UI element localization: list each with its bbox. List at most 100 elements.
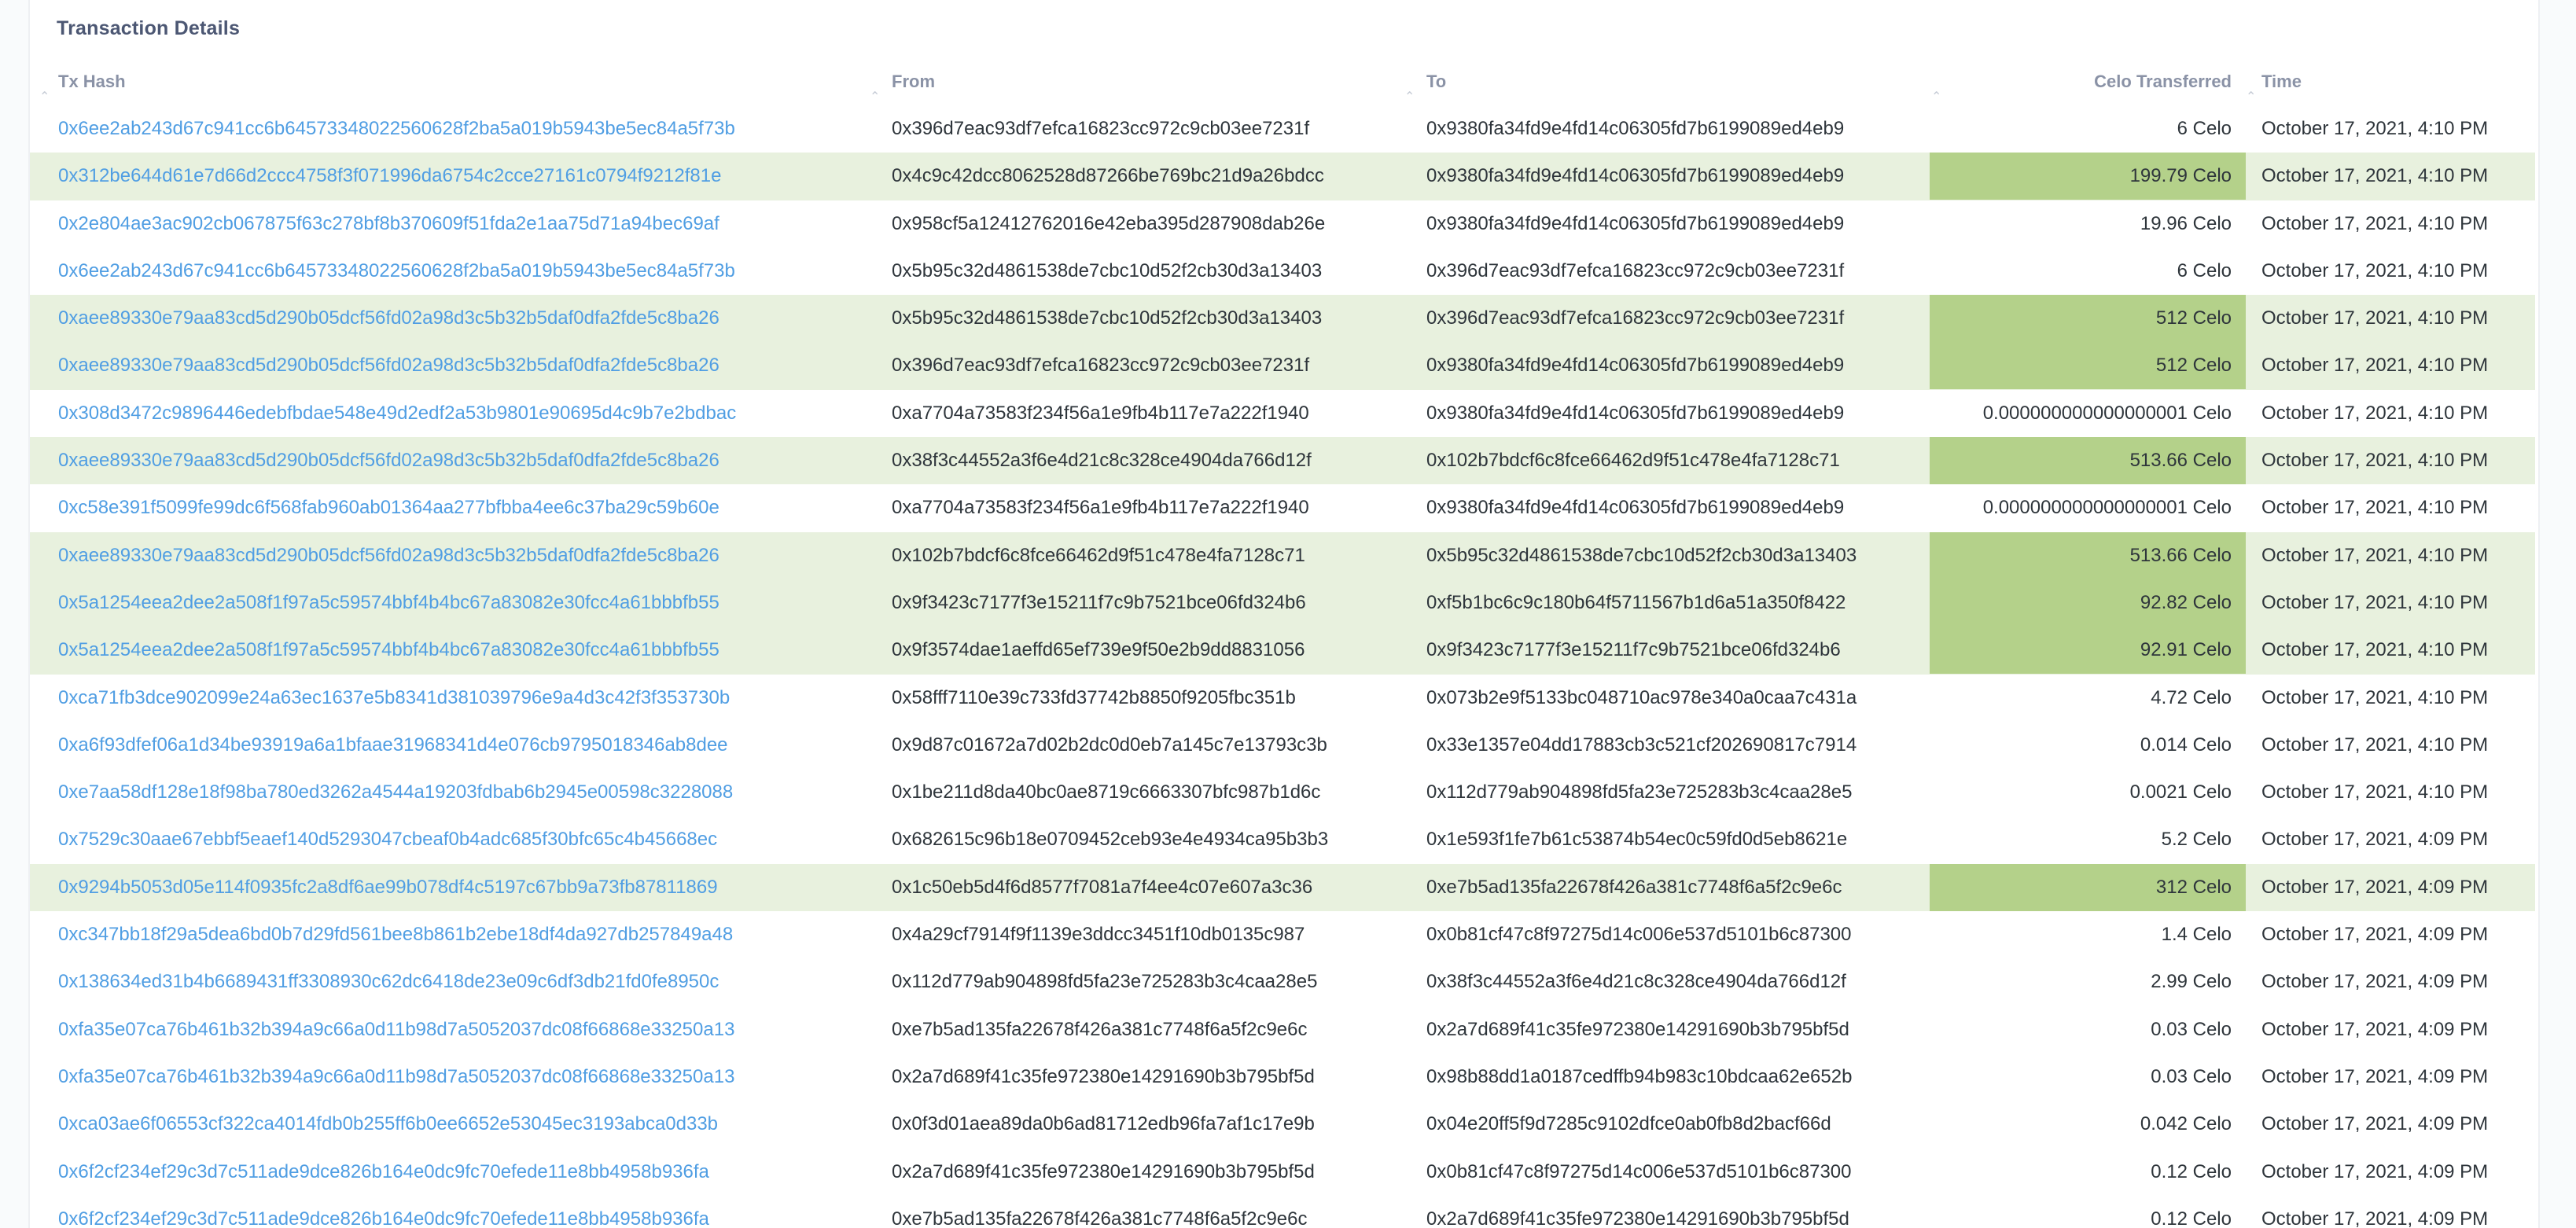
tx-hash-link[interactable]: 0x308d3472c9896446edebfbdae548e49d2edf2a… <box>30 390 876 437</box>
celo-transferred-value: 4.72 Celo <box>2151 686 2232 708</box>
celo-transferred-value: 199.79 Celo <box>1930 153 2246 200</box>
time-value: October 17, 2021, 4:10 PM <box>2261 118 2489 139</box>
tx-hash-link[interactable]: 0xaee89330e79aa83cd5d290b05dcf56fd02a98d… <box>30 532 876 579</box>
to-address: 0x396d7eac93df7efca16823cc972c9cb03ee723… <box>1426 259 1845 281</box>
table-row[interactable]: 0x6ee2ab243d67c941cc6b64573348022560628f… <box>30 105 2535 153</box>
column-header-from[interactable]: ⌃ From <box>870 58 1411 105</box>
column-header-label: Tx Hash <box>58 72 126 91</box>
table-row[interactable]: 0x5a1254eea2dee2a508f1f97a5c59574bbf4b4b… <box>30 579 2535 627</box>
tx-hash-link[interactable]: 0x6f2cf234ef29c3d7c511ade9dce826b164e0dc… <box>30 1149 876 1196</box>
tx-hash-link[interactable]: 0x6ee2ab243d67c941cc6b64573348022560628f… <box>30 105 876 153</box>
table-row[interactable]: 0x2e804ae3ac902cb067875f63c278bf8b370609… <box>30 200 2535 248</box>
time-value: October 17, 2021, 4:09 PM <box>2261 876 2489 898</box>
from-address: 0x0f3d01aea89da0b6ad81712edb96fa7af1c17e… <box>892 1113 1315 1135</box>
table-row[interactable]: 0x7529c30aae67ebbf5eaef140d5293047cbeaf0… <box>30 816 2535 863</box>
column-header-celo-transferred[interactable]: ⌃ Celo Transferred <box>1930 58 2246 105</box>
time-value: October 17, 2021, 4:09 PM <box>2261 1113 2489 1135</box>
time-value: October 17, 2021, 4:09 PM <box>2261 1065 2489 1087</box>
time-value: October 17, 2021, 4:10 PM <box>2261 591 2489 613</box>
table-row[interactable]: 0x5a1254eea2dee2a508f1f97a5c59574bbf4b4b… <box>30 627 2535 675</box>
table-row[interactable]: 0xaee89330e79aa83cd5d290b05dcf56fd02a98d… <box>30 437 2535 485</box>
to-address: 0x0b81cf47c8f97275d14c006e537d5101b6c873… <box>1426 924 1852 946</box>
table-row[interactable]: 0xca03ae6f06553cf322ca4014fdb0b255ff6b0e… <box>30 1101 2535 1148</box>
table-row[interactable]: 0x312be644d61e7d66d2ccc4758f3f071996da67… <box>30 153 2535 200</box>
card-title: Transaction Details <box>57 17 241 39</box>
tx-hash-link[interactable]: 0x5a1254eea2dee2a508f1f97a5c59574bbf4b4b… <box>30 579 876 627</box>
table-row[interactable]: 0x6f2cf234ef29c3d7c511ade9dce826b164e0dc… <box>30 1149 2535 1196</box>
tx-hash-link[interactable]: 0x138634ed31b4b6689431ff3308930c62dc6418… <box>30 958 876 1006</box>
from-address: 0x9f3574dae1aeffd65ef739e9f50e2b9dd88310… <box>892 639 1305 661</box>
tx-hash-link[interactable]: 0xaee89330e79aa83cd5d290b05dcf56fd02a98d… <box>30 295 876 342</box>
tx-hash-link[interactable]: 0x5a1254eea2dee2a508f1f97a5c59574bbf4b4b… <box>30 627 876 674</box>
column-header-time[interactable]: ⌃ Time <box>2246 58 2535 105</box>
tx-hash-link[interactable]: 0x7529c30aae67ebbf5eaef140d5293047cbeaf0… <box>30 816 876 863</box>
tx-hash-link[interactable]: 0xca03ae6f06553cf322ca4014fdb0b255ff6b0e… <box>30 1101 876 1148</box>
tx-hash-link[interactable]: 0xca71fb3dce902099e24a63ec1637e5b8341d38… <box>30 675 876 722</box>
table-row[interactable]: 0x6f2cf234ef29c3d7c511ade9dce826b164e0dc… <box>30 1196 2535 1228</box>
celo-transferred-value: 513.66 Celo <box>1930 531 2246 579</box>
from-address: 0x2a7d689f41c35fe972380e14291690b3b795bf… <box>892 1065 1315 1087</box>
to-address: 0x38f3c44552a3f6e4d21c8c328ce4904da766d1… <box>1426 971 1846 993</box>
tx-hash-link[interactable]: 0xfa35e07ca76b461b32b394a9c66a0d11b98d7a… <box>30 1006 876 1053</box>
table-row[interactable]: 0x138634ed31b4b6689431ff3308930c62dc6418… <box>30 958 2535 1006</box>
tx-hash-link[interactable]: 0xa6f93dfef06a1d34be93919a6a1bfaae319683… <box>30 722 876 769</box>
tx-hash-link[interactable]: 0xaee89330e79aa83cd5d290b05dcf56fd02a98d… <box>30 437 876 484</box>
to-address: 0x5b95c32d4861538de7cbc10d52f2cb30d3a134… <box>1426 544 1857 566</box>
to-address: 0x2a7d689f41c35fe972380e14291690b3b795bf… <box>1426 1208 1849 1228</box>
celo-transferred-value: 0.0021 Celo <box>2129 781 2232 803</box>
to-address: 0x102b7bdcf6c8fce66462d9f51c478e4fa7128c… <box>1426 450 1840 472</box>
time-value: October 17, 2021, 4:10 PM <box>2261 733 2489 756</box>
table-row[interactable]: 0xaee89330e79aa83cd5d290b05dcf56fd02a98d… <box>30 342 2535 390</box>
table-row[interactable]: 0xfa35e07ca76b461b32b394a9c66a0d11b98d7a… <box>30 1053 2535 1101</box>
table-row[interactable]: 0xfa35e07ca76b461b32b394a9c66a0d11b98d7a… <box>30 1006 2535 1053</box>
table-row[interactable]: 0xc58e391f5099fe99dc6f568fab960ab01364aa… <box>30 484 2535 531</box>
tx-hash-link[interactable]: 0x312be644d61e7d66d2ccc4758f3f071996da67… <box>30 153 876 200</box>
from-address: 0x9d87c01672a7d02b2dc0d0eb7a145c7e13793c… <box>892 733 1327 756</box>
celo-transferred-value: 0.12 Celo <box>2151 1160 2232 1182</box>
tx-hash-link[interactable]: 0xe7aa58df128e18f98ba780ed3262a4544a1920… <box>30 769 876 816</box>
table-row[interactable]: 0xaee89330e79aa83cd5d290b05dcf56fd02a98d… <box>30 531 2535 579</box>
column-header-to[interactable]: ⌃ To <box>1404 58 1930 105</box>
column-header-label: Time <box>2261 72 2302 91</box>
celo-transferred-value: 6 Celo <box>2177 259 2232 281</box>
celo-transferred-value: 0.000000000000000001 Celo <box>1982 402 2232 424</box>
table-body: 0x6ee2ab243d67c941cc6b64573348022560628f… <box>30 105 2535 1228</box>
celo-transferred-value: 92.82 Celo <box>1930 579 2246 627</box>
time-value: October 17, 2021, 4:10 PM <box>2261 165 2489 187</box>
to-address: 0x9380fa34fd9e4fd14c06305fd7b6199089ed4e… <box>1426 355 1845 377</box>
from-address: 0xe7b5ad135fa22678f426a381c7748f6a5f2c9e… <box>892 1018 1308 1040</box>
tx-hash-link[interactable]: 0xaee89330e79aa83cd5d290b05dcf56fd02a98d… <box>30 342 876 389</box>
table-row[interactable]: 0xaee89330e79aa83cd5d290b05dcf56fd02a98d… <box>30 295 2535 343</box>
tx-hash-link[interactable]: 0x9294b5053d05e114f0935fc2a8df6ae99b078d… <box>30 864 876 911</box>
from-address: 0x396d7eac93df7efca16823cc972c9cb03ee723… <box>892 118 1310 139</box>
table-row[interactable]: 0xc347bb18f29a5dea6bd0b7d29fd561bee8b861… <box>30 911 2535 958</box>
celo-transferred-value: 0.000000000000000001 Celo <box>1982 497 2232 519</box>
table-row[interactable]: 0x6ee2ab243d67c941cc6b64573348022560628f… <box>30 248 2535 295</box>
table-row[interactable]: 0xa6f93dfef06a1d34be93919a6a1bfaae319683… <box>30 722 2535 769</box>
table-row[interactable]: 0x308d3472c9896446edebfbdae548e49d2edf2a… <box>30 390 2535 437</box>
from-address: 0x1be211d8da40bc0ae8719c6663307bfc987b1d… <box>892 781 1321 803</box>
celo-transferred-value: 512 Celo <box>1930 295 2246 343</box>
time-value: October 17, 2021, 4:10 PM <box>2261 259 2489 281</box>
tx-hash-link[interactable]: 0x2e804ae3ac902cb067875f63c278bf8b370609… <box>30 200 876 248</box>
celo-transferred-value: 0.03 Celo <box>2151 1018 2232 1040</box>
time-value: October 17, 2021, 4:09 PM <box>2261 1018 2489 1040</box>
from-address: 0x5b95c32d4861538de7cbc10d52f2cb30d3a134… <box>892 307 1323 329</box>
table-row[interactable]: 0xe7aa58df128e18f98ba780ed3262a4544a1920… <box>30 769 2535 816</box>
tx-hash-link[interactable]: 0x6f2cf234ef29c3d7c511ade9dce826b164e0dc… <box>30 1196 876 1228</box>
tx-hash-link[interactable]: 0xc347bb18f29a5dea6bd0b7d29fd561bee8b861… <box>30 911 876 958</box>
to-address: 0x9380fa34fd9e4fd14c06305fd7b6199089ed4e… <box>1426 402 1845 424</box>
celo-transferred-value: 312 Celo <box>1930 863 2246 911</box>
to-address: 0x9380fa34fd9e4fd14c06305fd7b6199089ed4e… <box>1426 165 1845 187</box>
table-header: ⌃ Tx Hash ⌃ From ⌃ To ⌃ Celo Transferred… <box>30 58 2535 105</box>
tx-hash-link[interactable]: 0xc58e391f5099fe99dc6f568fab960ab01364aa… <box>30 484 876 531</box>
table-row[interactable]: 0xca71fb3dce902099e24a63ec1637e5b8341d38… <box>30 675 2535 722</box>
celo-transferred-value: 0.03 Celo <box>2151 1065 2232 1087</box>
column-header-tx-hash[interactable]: ⌃ Tx Hash <box>30 58 876 105</box>
celo-transferred-value: 92.91 Celo <box>1930 627 2246 675</box>
time-value: October 17, 2021, 4:09 PM <box>2261 971 2489 993</box>
tx-hash-link[interactable]: 0xfa35e07ca76b461b32b394a9c66a0d11b98d7a… <box>30 1053 876 1101</box>
table-row[interactable]: 0x9294b5053d05e114f0935fc2a8df6ae99b078d… <box>30 863 2535 912</box>
tx-hash-link[interactable]: 0x6ee2ab243d67c941cc6b64573348022560628f… <box>30 248 876 295</box>
celo-transferred-value: 19.96 Celo <box>2140 212 2232 234</box>
